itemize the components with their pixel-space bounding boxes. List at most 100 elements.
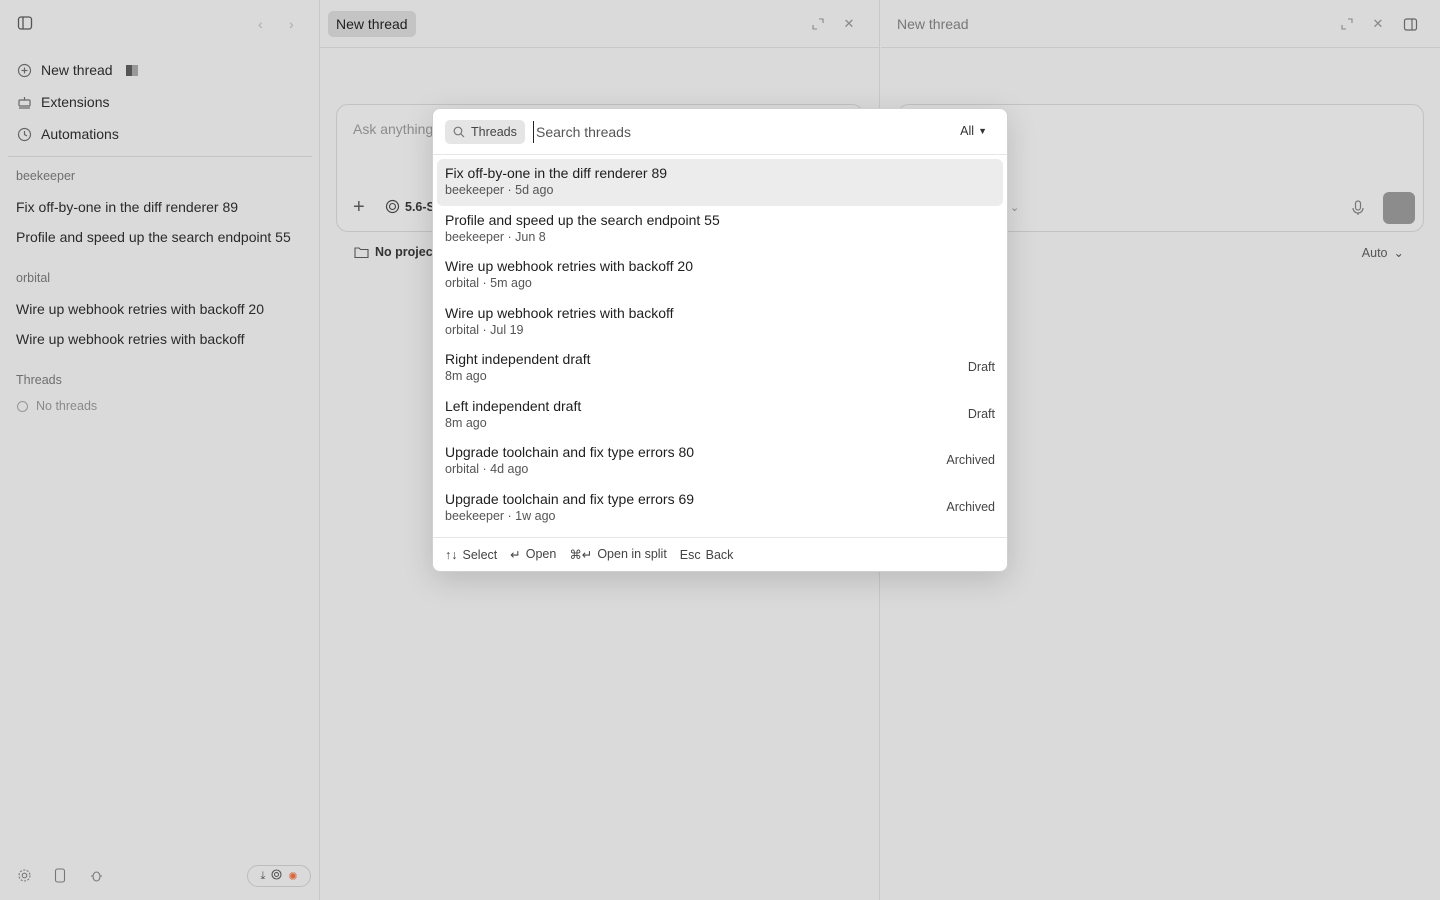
sidebar-divider (8, 156, 312, 157)
group-title: orbital (16, 271, 51, 285)
composer-input[interactable]: Ask anything (353, 121, 433, 137)
result-item[interactable]: Profile and speed up the search endpoint… (437, 206, 1003, 253)
hint-action: Open (525, 547, 557, 561)
hint-action: Open in split (597, 547, 667, 561)
sidebar-thread-item[interactable]: Profile and speed up the search endpoint… (16, 229, 306, 245)
sidebar-footer-icons (16, 866, 104, 884)
sidebar-item-label: Extensions (41, 94, 110, 110)
sidebar-header: ‹ › (0, 0, 320, 48)
add-attachment-icon[interactable]: + (353, 197, 365, 217)
scope-label: Threads (471, 125, 517, 139)
chevron-down-icon: ⌄ (1393, 246, 1404, 260)
expand-icon[interactable] (1338, 15, 1356, 33)
result-title: Left independent draft (445, 397, 582, 414)
split-panel-icon[interactable] (1401, 15, 1419, 33)
result-title: Wire up webhook retries with backoff 20 (445, 258, 693, 274)
folder-icon (354, 246, 369, 258)
openai-icon (271, 869, 282, 883)
result-item[interactable]: Right independent draft 8m ago Draft (437, 345, 1003, 392)
chevron-down-icon[interactable]: ⌄ (1010, 201, 1019, 214)
sidebar-item-new-thread[interactable]: New thread (8, 55, 312, 85)
caret-down-icon: ▼ (978, 126, 987, 136)
openai-icon (385, 199, 400, 214)
hint-back: Esc Back (680, 548, 734, 562)
hint-keys: ↑↓ (445, 547, 458, 562)
pane-header: New thread ✕ (320, 0, 879, 48)
sidebar-item-label: Automations (41, 126, 119, 142)
mode-label: Auto (1361, 245, 1388, 260)
hint-select: ↑↓ Select (445, 548, 497, 562)
sidebar-item-extensions[interactable]: Extensions (8, 87, 312, 117)
result-badge: Draft (967, 406, 995, 421)
result-item[interactable]: Upgrade toolchain and fix type errors 69… (437, 485, 1003, 532)
expand-icon[interactable] (809, 15, 827, 33)
hint-keys: Esc (679, 547, 701, 562)
result-badge: Archived (946, 499, 995, 514)
clock-icon (16, 126, 32, 142)
microphone-icon[interactable] (1351, 200, 1367, 216)
new-thread-icon (16, 62, 32, 78)
send-button[interactable] (1383, 192, 1415, 224)
sidebar-thread-item[interactable]: Fix off-by-one in the diff renderer 89 (16, 199, 306, 215)
result-meta: 8m ago (445, 369, 487, 383)
result-meta: orbital · Jul 19 (445, 322, 524, 337)
group-title: beekeeper (16, 169, 76, 183)
result-item[interactable]: Left independent draft 8m ago Draft (437, 392, 1003, 439)
modal-footer: ↑↓ Select ↵ Open ⌘↵ Open in split Esc Ba… (433, 537, 1007, 571)
result-meta: beekeeper · Jun 8 (445, 229, 546, 244)
chat-bubble-icon (16, 400, 29, 412)
project-label: No project (375, 245, 437, 259)
threads-section-title: Threads (16, 373, 62, 387)
tab-new-thread[interactable]: New thread (897, 16, 969, 32)
result-meta: orbital · 5m ago (445, 276, 532, 290)
close-icon[interactable]: ✕ (840, 15, 858, 33)
nav-forward-icon[interactable]: › (289, 16, 294, 32)
result-item[interactable]: Wire up webhook retries with backoff orb… (437, 299, 1003, 346)
result-meta: orbital · 4d ago (445, 462, 529, 476)
project-selector[interactable]: No project (354, 245, 437, 259)
result-meta: beekeeper · 1w ago (445, 508, 556, 523)
result-title: Upgrade toolchain and fix type errors 69 (445, 490, 695, 507)
mode-selector[interactable]: Auto ⌄ (1361, 245, 1404, 261)
result-meta: 8m ago (445, 415, 487, 430)
search-input[interactable] (533, 121, 933, 143)
hint-open-in-split: ⌘↵ Open in split (569, 547, 666, 562)
nav-back-icon[interactable]: ‹ (258, 16, 263, 32)
thread-search-modal: Threads All ▼ Fix off-by-one in the diff… (432, 108, 1008, 572)
filter-dropdown[interactable]: All ▼ (960, 124, 987, 138)
result-title: Wire up webhook retries with backoff (445, 304, 674, 321)
results-list: Fix off-by-one in the diff renderer 89 b… (437, 159, 1003, 531)
result-meta: beekeeper · 5d ago (445, 183, 554, 197)
tab-new-thread[interactable]: New thread (328, 11, 416, 37)
result-title: Profile and speed up the search endpoint… (445, 211, 720, 228)
result-title: Right independent draft (445, 351, 591, 367)
model-selector[interactable]: 5.6-S (385, 199, 435, 214)
result-item[interactable]: Fix off-by-one in the diff renderer 89 b… (437, 159, 1003, 206)
bug-icon[interactable] (88, 866, 104, 884)
hint-keys: ⌘↵ (569, 548, 593, 562)
no-threads-placeholder: No threads (16, 399, 97, 413)
result-item[interactable]: Wire up webhook retries with backoff 20 … (437, 252, 1003, 299)
search-icon (453, 126, 465, 138)
shortcut-badge-icon (125, 64, 138, 76)
hint-action: Select (462, 547, 498, 562)
status-pill[interactable]: ⤓ ✺ (247, 865, 311, 887)
hint-open: ↵ Open (510, 547, 556, 562)
result-item[interactable]: Upgrade toolchain and fix type errors 80… (437, 438, 1003, 485)
extensions-icon (16, 94, 32, 110)
phone-icon[interactable] (52, 866, 68, 884)
model-label: 5.6-S (405, 199, 435, 214)
close-icon[interactable]: ✕ (1369, 15, 1387, 33)
no-threads-label: No threads (36, 399, 98, 413)
settings-icon[interactable] (16, 866, 32, 884)
sidebar-thread-item[interactable]: Wire up webhook retries with backoff 20 (16, 301, 306, 317)
pane-header: New thread ✕ (881, 0, 1440, 48)
result-badge: Archived (946, 453, 995, 467)
sparkle-icon: ✺ (288, 870, 298, 883)
filter-label: All (960, 124, 975, 138)
sidebar-thread-item[interactable]: Wire up webhook retries with backoff (16, 331, 306, 347)
search-scope-chip[interactable]: Threads (445, 120, 525, 144)
sidebar-toggle-icon[interactable] (16, 14, 36, 34)
sidebar: ‹ › New thread Extensions Automations be… (0, 0, 320, 900)
sidebar-item-automations[interactable]: Automations (8, 119, 312, 149)
